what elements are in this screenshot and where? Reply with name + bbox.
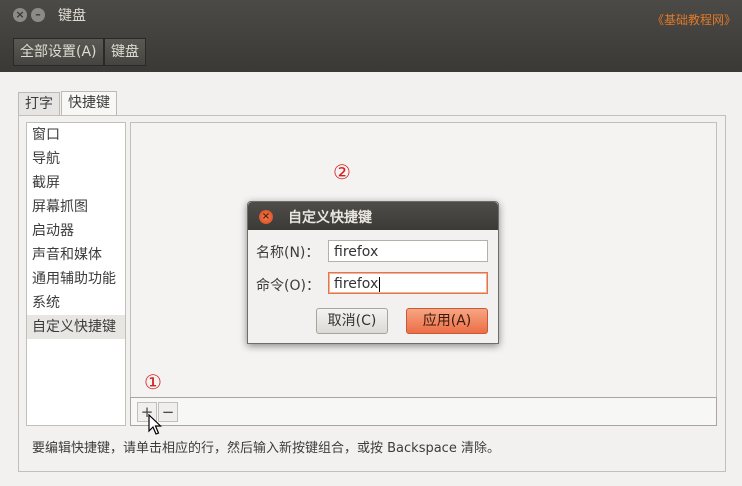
category-item-windows[interactable]: 窗口	[27, 123, 125, 147]
command-field-value: firefox	[334, 276, 379, 292]
tab-typing[interactable]: 打字	[18, 92, 60, 116]
tab-shortcuts[interactable]: 快捷键	[61, 91, 117, 116]
cancel-button[interactable]: 取消(C)	[316, 308, 388, 334]
breadcrumb-keyboard[interactable]: 键盘	[104, 38, 146, 66]
category-item-system[interactable]: 系统	[27, 291, 125, 315]
category-item-sound-media[interactable]: 声音和媒体	[27, 243, 125, 267]
close-dialog-icon[interactable]: ×	[259, 210, 273, 224]
minimize-window-icon[interactable]: –	[31, 8, 45, 22]
category-item-custom-shortcuts[interactable]: 自定义快捷键	[27, 315, 125, 339]
watermark: 《基础教程网》	[651, 13, 736, 27]
close-window-icon[interactable]: ×	[13, 8, 27, 22]
shortcut-toolbar: + −	[130, 397, 717, 426]
text-caret	[379, 276, 381, 292]
category-item-universal-access[interactable]: 通用辅助功能	[27, 267, 125, 291]
name-field[interactable]: firefox	[328, 240, 488, 262]
command-field[interactable]: firefox	[328, 272, 488, 294]
dialog-titlebar: × 自定义快捷键	[248, 202, 498, 230]
custom-shortcut-dialog: × 自定义快捷键 名称(N)： firefox 命令(O)： firefox 取…	[247, 201, 499, 344]
all-settings-button[interactable]: 全部设置(A)	[13, 38, 104, 66]
help-text: 要编辑快捷键，请单击相应的行，然后输入新按键组合，或按 Backspace 清除…	[32, 441, 500, 456]
window-titlebar: × – 键盘 《基础教程网》 全部设置(A) 键盘	[0, 0, 742, 72]
dialog-title: 自定义快捷键	[288, 210, 372, 226]
category-list: 窗口 导航 截屏 屏幕抓图 启动器 声音和媒体 通用辅助功能 系统 自定义快捷键	[26, 122, 126, 426]
window-title: 键盘	[58, 8, 86, 24]
category-item-screen-capture[interactable]: 屏幕抓图	[27, 195, 125, 219]
annotation-marker-one: ①	[144, 370, 162, 394]
category-item-navigation[interactable]: 导航	[27, 147, 125, 171]
category-item-screenshots[interactable]: 截屏	[27, 171, 125, 195]
name-label: 名称(N)：	[256, 245, 320, 261]
annotation-marker-two: ②	[333, 160, 351, 184]
category-item-launchers[interactable]: 启动器	[27, 219, 125, 243]
command-label: 命令(O)：	[256, 278, 320, 294]
apply-button[interactable]: 应用(A)	[406, 308, 488, 334]
mouse-pointer-icon	[148, 414, 162, 435]
